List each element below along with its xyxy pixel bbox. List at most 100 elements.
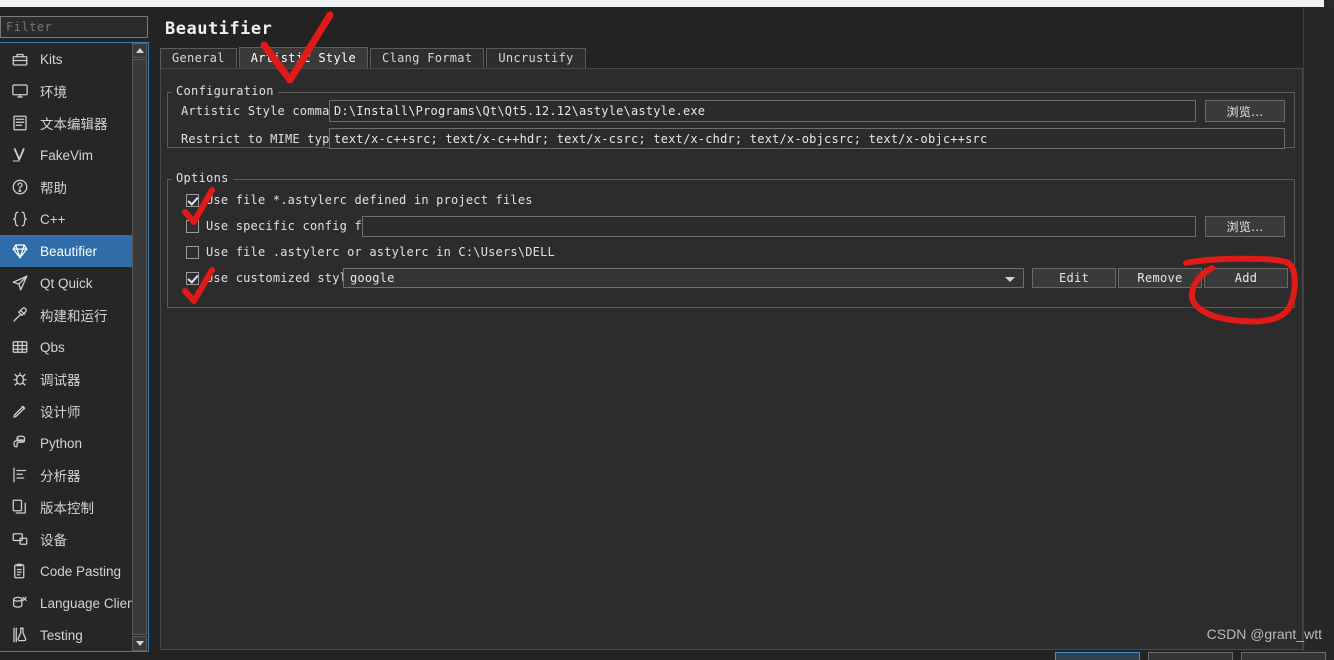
sidebar-item-[interactable]: 构建和运行 [0,299,132,331]
sidebar-item-qt-quick[interactable]: Qt Quick [0,267,132,299]
devices-icon [8,529,32,549]
qbs-icon [8,337,32,357]
chevron-down-icon [1005,277,1015,282]
sidebar-item-label: Beautifier [40,243,98,259]
sidebar-item-c[interactable]: C++ [0,203,132,235]
sidebar-item-label: 构建和运行 [40,309,108,324]
sidebar-item-label: 设备 [40,533,67,548]
sidebar-item-[interactable]: 版本控制 [0,491,132,523]
use-project-astylerc-checkbox[interactable] [186,193,199,207]
sidebar-item-beautifier[interactable]: Beautifier [0,235,132,267]
use-home-astylerc-label: Use file .astylerc or astylerc in C:\Use… [206,245,555,259]
code-pasting-icon [8,561,32,581]
help-icon [8,177,32,197]
filter-input[interactable] [0,16,148,38]
sidebar-item-label: Qt Quick [40,275,93,291]
sidebar-item-[interactable]: 帮助 [0,171,132,203]
watermark: CSDN @grant_wtt [1206,626,1322,642]
specific-config-browse-button[interactable]: 浏览... [1205,216,1285,237]
right-margin [1304,7,1334,660]
ok-button[interactable] [1055,652,1140,660]
mime-types-label: Restrict to MIME types: [181,132,352,146]
sidebar-item-fakevim[interactable]: FakeVim [0,139,132,171]
build-run-icon [8,305,32,325]
chevron-down-icon [135,641,144,646]
sidebar-item-qbs[interactable]: Qbs [0,331,132,363]
version-control-icon [8,497,32,517]
qt-quick-icon [8,273,32,293]
sidebar-item-code-pasting[interactable]: Code Pasting [0,555,132,587]
sidebar-item-language-client[interactable]: Language Client [0,587,138,619]
sidebar-item-[interactable]: 分析器 [0,459,132,491]
tab-clang-format[interactable]: Clang Format [370,48,485,69]
sidebar-item-label: 文本编辑器 [40,117,108,132]
sidebar-item-label: Python [40,435,83,451]
sidebar-item-label: 环境 [40,85,67,100]
testing-icon [8,625,32,645]
use-customized-style-row[interactable]: Use customized style: [186,271,362,285]
sidebar-item-label: 分析器 [40,469,81,484]
settings-category-list[interactable]: Kits 环境文本编辑器 FakeVim 帮助 C++ Beautifier Qt Quic… [0,42,149,652]
scroll-down-button[interactable] [132,636,147,651]
language-client-icon [8,593,32,613]
fakevim-icon [8,145,32,165]
sidebar-item-label: 调试器 [40,373,81,388]
use-home-astylerc-checkbox[interactable] [186,245,199,259]
beautifier-diamond-icon [8,241,32,261]
environment-icon [8,81,32,101]
sidebar-item-label: 设计师 [40,405,81,420]
use-home-astylerc-row[interactable]: Use file .astylerc or astylerc in C:\Use… [186,245,555,259]
sidebar-item-[interactable]: 调试器 [0,363,132,395]
sidebar-item-label: Kits [40,51,63,67]
sidebar-item-label: Testing [40,627,83,643]
sidebar-item-label: Code Pasting [40,563,122,579]
apply-button[interactable] [1241,652,1326,660]
sidebar-item-kits[interactable]: Kits [0,43,132,75]
use-project-astylerc-row[interactable]: Use file *.astylerc defined in project f… [186,193,533,207]
window-top-strip [0,0,1334,7]
sidebar-item-label: Language Client [40,595,139,611]
remove-style-button[interactable]: Remove [1118,268,1202,288]
sidebar-item-label: FakeVim [40,147,94,163]
sidebar-item-[interactable]: 设计师 [0,395,132,427]
astyle-command-input[interactable]: D:\Install\Programs\Qt\Qt5.12.12\astyle\… [329,100,1196,122]
astyle-command-browse-button[interactable]: 浏览... [1205,100,1285,122]
edit-style-button[interactable]: Edit [1032,268,1116,288]
analyzer-icon [8,465,32,485]
sidebar-item-testing[interactable]: Testing [0,619,132,651]
sidebar-item-python[interactable]: Python [0,427,132,459]
sidebar-item-[interactable]: 设备 [0,523,132,555]
add-style-button[interactable]: Add [1204,268,1288,288]
settings-dialog: Kits 环境文本编辑器 FakeVim 帮助 C++ Beautifier Qt Quic… [0,0,1334,660]
kits-icon [8,49,32,69]
configuration-groupbox: Configuration Artistic Style command: D:… [167,84,1295,149]
sidebar-scrollbar[interactable] [132,43,147,651]
sidebar-item-[interactable]: 环境 [0,75,132,107]
specific-config-input[interactable] [362,216,1196,237]
tab-general[interactable]: General [160,48,237,69]
sidebar-item-[interactable]: 文本编辑器 [0,107,132,139]
debugger-icon [8,369,32,389]
use-customized-style-label: Use customized style: [206,271,362,285]
settings-pane: Beautifier General Artistic Style Clang Fo… [160,7,1303,660]
python-icon [8,433,32,453]
customized-style-value: google [350,271,395,285]
sidebar-item-label: Qbs [40,339,65,355]
use-specific-config-checkbox[interactable] [186,219,199,233]
use-customized-style-checkbox[interactable] [186,271,199,285]
customized-style-combobox[interactable]: google [343,268,1024,288]
tab-uncrustify[interactable]: Uncrustify [486,48,586,69]
sidebar-item-label: 帮助 [40,181,67,196]
text-editor-icon [8,113,32,133]
window-top-strip-right [1324,0,1334,7]
tab-artistic-style[interactable]: Artistic Style [238,47,369,69]
options-groupbox: Options Use file *.astylerc defined in p… [167,171,1295,308]
scroll-up-button[interactable] [132,43,147,58]
mime-types-input[interactable]: text/x-c++src; text/x-c++hdr; text/x-csr… [329,128,1285,149]
use-specific-config-row[interactable]: Use specific config file: [186,219,392,233]
scrollbar-thumb[interactable] [132,59,147,635]
page-title: Beautifier [165,19,273,39]
tab-bar[interactable]: General Artistic Style Clang Format Uncrust… [160,47,588,69]
sidebar-item-label: C++ [40,211,66,227]
cancel-button[interactable] [1148,652,1233,660]
